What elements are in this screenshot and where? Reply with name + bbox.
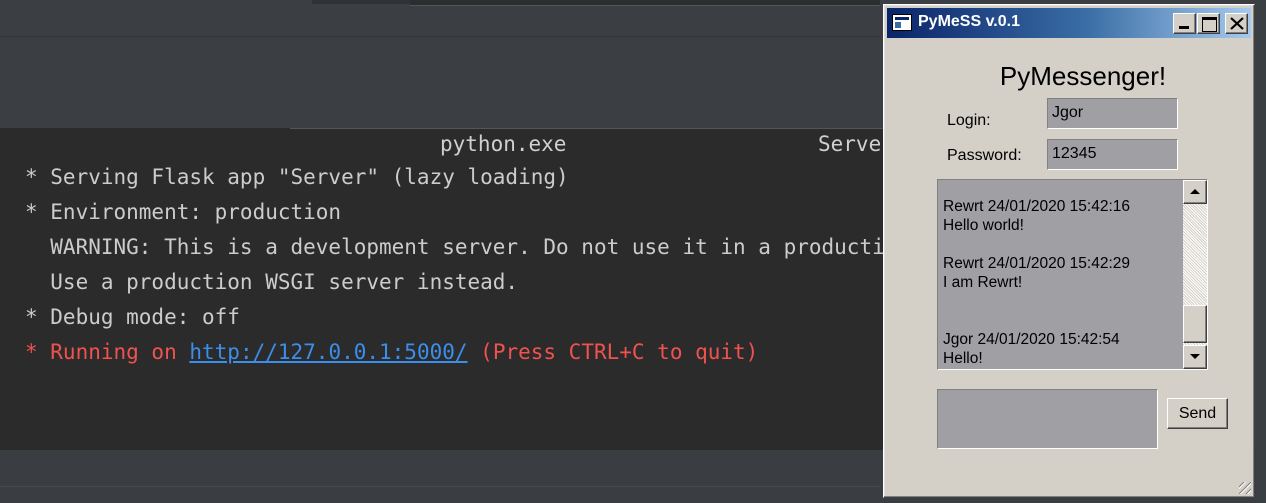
- login-field[interactable]: Jgor: [1047, 98, 1178, 129]
- terminal-tab-title[interactable]: python.exe: [440, 132, 566, 156]
- scroll-down-button[interactable]: [1183, 345, 1207, 369]
- maximize-button[interactable]: [1197, 13, 1220, 34]
- background-tab-strip: [312, 0, 410, 4]
- pymess-window[interactable]: PyMeSS v.0.1 PyMessenger! Login: Jgor Pa…: [883, 4, 1255, 498]
- close-button[interactable]: [1225, 13, 1248, 34]
- running-prefix: * Running on: [25, 340, 190, 364]
- send-button[interactable]: Send: [1167, 398, 1228, 429]
- message-list: Rewrt 24/01/2020 15:42:16 Hello world! R…: [943, 197, 1179, 368]
- server-url-link[interactable]: http://127.0.0.1:5000/: [189, 340, 467, 364]
- terminal-line: * Debug mode: off: [25, 305, 240, 329]
- message-header: Rewrt 24/01/2020 15:42:29: [943, 255, 1130, 272]
- password-field[interactable]: 12345: [1047, 139, 1178, 170]
- login-label: Login:: [947, 112, 991, 129]
- message-header: Rewrt 24/01/2020 15:42:16: [943, 198, 1130, 215]
- message-body: Hello world!: [943, 217, 1024, 234]
- resize-grip[interactable]: [1239, 482, 1251, 494]
- message-body: I am Rewrt!: [943, 274, 1023, 291]
- background-divider: [0, 36, 880, 37]
- terminal-window-title: Server: [818, 132, 884, 156]
- desktop-background-right: [1256, 0, 1266, 503]
- chevron-up-icon: [1190, 189, 1200, 194]
- background-divider: [0, 486, 880, 487]
- background-tab-strip: [410, 0, 880, 6]
- terminal-line: * Serving Flask app "Server" (lazy loadi…: [25, 165, 569, 189]
- window-title: PyMeSS v.0.1: [918, 13, 1020, 30]
- window-titlebar[interactable]: PyMeSS v.0.1: [887, 8, 1251, 38]
- terminal-window[interactable]: python.exe Server * Serving Flask app "S…: [0, 128, 884, 450]
- chat-scrollbar[interactable]: [1183, 180, 1207, 369]
- scroll-up-button[interactable]: [1183, 180, 1207, 204]
- chevron-down-icon: [1190, 354, 1200, 359]
- chat-history[interactable]: Rewrt 24/01/2020 15:42:16 Hello world! R…: [937, 179, 1208, 370]
- message-header: Jgor 24/01/2020 15:42:54: [943, 331, 1120, 348]
- terminal-line: Use a production WSGI server instead.: [25, 270, 519, 294]
- terminal-line: WARNING: This is a development server. D…: [50, 235, 884, 259]
- terminal-line: * Environment: production: [25, 200, 342, 224]
- scrollbar-thumb[interactable]: [1183, 305, 1207, 343]
- terminal-title-divider: [290, 128, 884, 129]
- minimize-button[interactable]: [1173, 13, 1196, 34]
- password-label: Password:: [947, 147, 1022, 164]
- app-heading: PyMessenger!: [999, 61, 1167, 91]
- running-suffix: (Press CTRL+C to quit): [467, 340, 759, 364]
- terminal-running-line: * Running on http://127.0.0.1:5000/ (Pre…: [25, 340, 758, 364]
- message-input[interactable]: [937, 389, 1158, 449]
- app-window-icon[interactable]: [892, 14, 912, 31]
- close-icon: [1230, 17, 1244, 30]
- message-body: Hello!: [943, 350, 983, 367]
